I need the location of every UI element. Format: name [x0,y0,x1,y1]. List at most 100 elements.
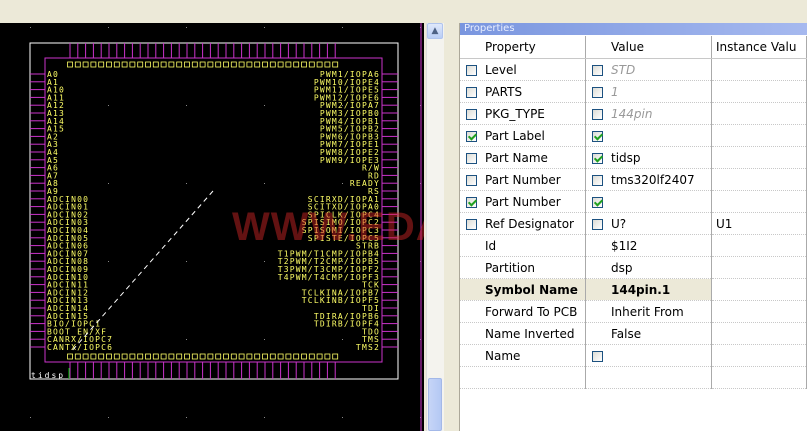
grid-dot [186,417,187,418]
column-header-property[interactable]: Property [460,36,586,59]
property-value-cell[interactable]: Inherit From [585,300,712,323]
visibility-checkbox[interactable] [466,130,477,142]
pin-label-glyph [176,61,183,68]
visibility-checkbox[interactable] [466,174,477,186]
grid-dot [108,417,109,418]
value-visibility-checkbox[interactable] [592,108,603,120]
property-name-cell[interactable]: Part Name [460,146,586,169]
visibility-checkbox[interactable] [466,86,477,98]
scrollbar-thumb[interactable] [428,378,442,431]
value-visibility-checkbox[interactable] [592,174,603,186]
grid-dot [264,105,265,106]
pin-label-glyph [168,353,175,360]
instance-value-cell[interactable] [711,256,807,279]
property-value-cell[interactable]: False [585,322,712,345]
visibility-checkbox[interactable] [466,64,477,76]
property-value-cell[interactable]: 144pin [585,102,712,125]
instance-value-cell[interactable] [711,80,807,103]
instance-value-cell[interactable]: U1 [711,212,807,235]
pin-label-glyph [308,61,315,68]
property-row[interactable]: Part Label [460,124,807,147]
instance-value-cell[interactable] [711,278,807,301]
vertical-scrollbar[interactable]: ▲ [426,23,444,431]
property-value: 1 [611,84,619,99]
property-name-cell[interactable]: Ref Designator [460,212,586,235]
schematic-canvas[interactable]: A0 PWM1/IOPA6 A1 PWM10/IOPE4 A10 PWM11/IOPE5 A… [0,23,424,431]
property-name-cell[interactable]: Name Inverted [460,322,586,345]
property-name-cell[interactable]: PARTS [460,80,586,103]
property-name-cell[interactable]: Part Label [460,124,586,147]
property-row[interactable]: Part Number [460,190,807,213]
visibility-checkbox[interactable] [466,108,477,120]
property-value-cell[interactable]: 1 [585,80,712,103]
property-row[interactable]: Partition dsp [460,256,807,279]
property-value-cell[interactable]: dsp [585,256,712,279]
instance-value-cell[interactable] [711,190,807,213]
instance-value-cell[interactable] [711,234,807,257]
visibility-checkbox[interactable] [466,196,477,208]
schematic-symbol[interactable]: A0 PWM1/IOPA6A1 PWM10/IOPE4A10 PWM11/IOPE5A… [0,23,424,431]
grid-dot [264,339,265,340]
instance-value-cell[interactable] [711,124,807,147]
property-name-cell[interactable]: Forward To PCB [460,300,586,323]
property-row[interactable]: Level STD [460,58,807,81]
instance-value-cell[interactable] [711,300,807,323]
pin-label-glyph [129,61,136,68]
property-row[interactable]: Name Inverted False [460,322,807,345]
property-row[interactable]: PARTS 1 [460,80,807,103]
property-name-cell[interactable]: Part Number [460,190,586,213]
visibility-checkbox[interactable] [466,152,477,164]
grid-dot [264,183,265,184]
dashed-guide-line [69,190,214,354]
chevron-up-icon[interactable]: ▲ [427,23,443,39]
instance-value-cell[interactable] [711,168,807,191]
visibility-checkbox[interactable] [466,218,477,230]
property-name: Part Name [485,150,548,165]
property-name-cell[interactable]: Partition [460,256,586,279]
value-visibility-checkbox[interactable] [592,152,603,164]
column-header-value[interactable]: Value [585,36,712,59]
property-value-cell[interactable] [585,344,712,367]
property-row[interactable]: Id $1I2 [460,234,807,257]
property-value-cell[interactable]: tidsp [585,146,712,169]
property-row[interactable]: Name [460,344,807,367]
property-value-cell[interactable] [585,124,712,147]
property-value-cell[interactable]: $1I2 [585,234,712,257]
property-name-cell[interactable]: Symbol Name [460,278,586,301]
grid-dot [186,339,187,340]
instance-value-cell[interactable] [711,146,807,169]
pin-label-glyph [67,353,73,360]
instance-value-cell[interactable] [711,344,807,367]
property-value-cell[interactable]: 144pin.1 [585,278,712,301]
pin-label-glyph [277,61,284,68]
property-row[interactable]: Ref Designator U? U1 [460,212,807,235]
instance-value-cell[interactable] [711,322,807,345]
value-visibility-checkbox[interactable] [592,350,603,362]
value-visibility-checkbox[interactable] [592,64,603,76]
property-name-cell[interactable]: Name [460,344,586,367]
property-name-cell[interactable]: Level [460,58,586,81]
instance-value-cell[interactable] [711,58,807,81]
value-visibility-checkbox[interactable] [592,218,603,230]
property-name-cell[interactable]: Part Number [460,168,586,191]
property-value-cell[interactable]: STD [585,58,712,81]
property-row[interactable]: Forward To PCB Inherit From [460,300,807,323]
property-value-cell[interactable] [585,190,712,213]
properties-panel: Properties Property Value Instance Valu … [459,23,807,431]
property-row[interactable]: Part Number tms320lf2407 [460,168,807,191]
value-visibility-checkbox[interactable] [592,130,603,142]
property-value-cell[interactable]: U? [585,212,712,235]
property-value-cell[interactable]: tms320lf2407 [585,168,712,191]
pin-label-glyph [262,61,268,68]
value-visibility-checkbox[interactable] [592,196,603,208]
instance-value-cell[interactable] [711,102,807,125]
property-row[interactable]: Part Name tidsp [460,146,807,169]
pin-label-glyph [176,353,183,360]
left-pin-label: CANTX/IOPC6 [47,343,113,352]
property-name-cell[interactable]: PKG_TYPE [460,102,586,125]
value-visibility-checkbox[interactable] [592,86,603,98]
property-row[interactable]: PKG_TYPE 144pin [460,102,807,125]
property-row[interactable]: Symbol Name 144pin.1 [460,278,807,301]
property-name-cell[interactable]: Id [460,234,586,257]
column-header-instance-value[interactable]: Instance Valu [711,36,807,59]
